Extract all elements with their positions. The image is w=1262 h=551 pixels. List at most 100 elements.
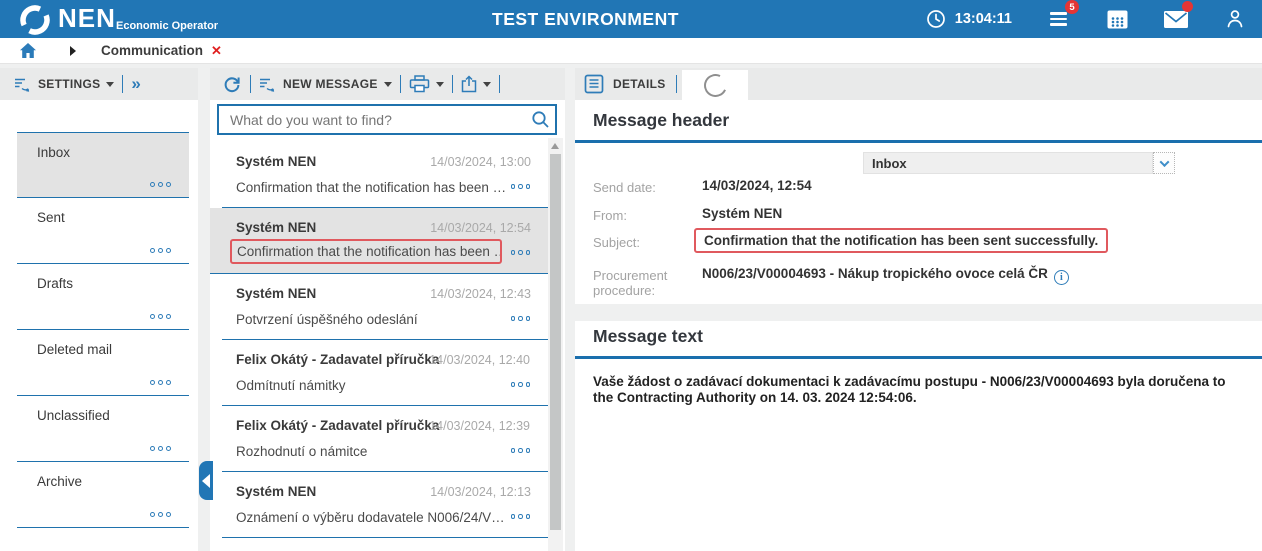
details-tab-label: DETAILS	[613, 77, 666, 91]
caret-down-icon	[383, 81, 392, 87]
message-menu-dots-icon[interactable]	[510, 382, 530, 387]
clock-time: 13:04:11	[954, 11, 1012, 27]
message-text-line: Vaše žádost o zadávací dokumentaci k zad…	[593, 374, 1226, 389]
message-row[interactable]: Felix Okátý - Zadavatel příručka 14/03/2…	[210, 406, 548, 472]
home-icon[interactable]	[19, 42, 37, 59]
refresh-button[interactable]	[222, 74, 242, 94]
toolbar-separator	[250, 75, 251, 93]
sidebar-toolbar: SETTINGS »	[0, 68, 198, 100]
calendar-button[interactable]	[1104, 6, 1130, 32]
folder-item-drafts[interactable]: Drafts	[17, 264, 189, 330]
scroll-up-icon[interactable]	[551, 143, 559, 149]
message-list: Systém NEN 14/03/2024, 13:00 Confirmatio…	[210, 142, 548, 538]
subject-label: Subject:	[593, 235, 640, 250]
search-button[interactable]	[525, 110, 555, 129]
folder-menu-dots-icon[interactable]	[150, 380, 171, 385]
sort-message-icon	[260, 78, 275, 92]
print-button[interactable]	[409, 75, 444, 93]
tab-details[interactable]: DETAILS	[584, 74, 666, 94]
folder-menu-dots-icon[interactable]	[150, 512, 171, 517]
message-list-panel: NEW MESSAGE What do you want to find? Sy…	[210, 68, 565, 551]
new-message-button[interactable]: NEW MESSAGE	[259, 77, 392, 92]
message-row[interactable]: Systém NEN 14/03/2024, 12:13 Oznámení o …	[210, 472, 548, 538]
toolbar-separator	[399, 75, 401, 93]
subject-value: Confirmation that the notification has b…	[694, 228, 1109, 253]
printer-icon	[409, 75, 429, 93]
message-menu-dots-icon[interactable]	[510, 184, 530, 189]
folder-item-archive[interactable]: Archive	[17, 462, 189, 528]
settings-button[interactable]: SETTINGS	[14, 77, 115, 92]
details-panel: DETAILS Message header Inbox Send date: …	[575, 68, 1262, 551]
message-list-toolbar: NEW MESSAGE	[210, 68, 565, 100]
unread-mail-dot	[1182, 1, 1193, 12]
environment-title: TEST ENVIRONMENT	[492, 9, 679, 29]
procurement-label: Procurement procedure:	[593, 268, 668, 298]
notifications-menu-button[interactable]: 5	[1045, 0, 1079, 32]
collapse-sidebar-handle[interactable]	[199, 461, 213, 500]
message-row[interactable]: Systém NEN 14/03/2024, 13:00 Confirmatio…	[210, 142, 548, 208]
info-icon[interactable]: i	[1053, 270, 1069, 285]
folder-item-unclassified[interactable]: Unclassified	[17, 396, 189, 462]
clock-group: 13:04:11	[926, 9, 1012, 29]
share-export-icon	[461, 75, 476, 93]
search-icon	[531, 111, 549, 128]
breadcrumb-item-communication[interactable]: Communication	[101, 43, 203, 58]
message-menu-dots-icon[interactable]	[510, 514, 530, 519]
section-gap	[575, 304, 1262, 321]
folder-menu-dots-icon[interactable]	[150, 182, 171, 187]
folder-select[interactable]: Inbox	[863, 152, 1153, 174]
message-row[interactable]: Felix Okátý - Zadavatel příručka 14/03/2…	[210, 340, 548, 406]
send-date-value: 14/03/2024, 12:54	[702, 178, 812, 193]
folder-menu-dots-icon[interactable]	[150, 446, 171, 451]
folder-menu-dots-icon[interactable]	[150, 314, 171, 319]
search-input[interactable]	[219, 111, 525, 128]
caret-down-icon	[435, 81, 444, 87]
mail-button[interactable]	[1163, 1, 1193, 32]
toolbar-separator	[451, 75, 453, 93]
expand-panel-icon[interactable]: »	[131, 74, 141, 94]
header-actions: 13:04:11 5	[926, 0, 1248, 38]
profile-button[interactable]	[1222, 6, 1248, 32]
loading-tab	[682, 70, 748, 100]
caret-down-icon	[482, 81, 491, 87]
app-header: NEN Economic Operator TEST ENVIRONMENT 1…	[0, 0, 1262, 38]
settings-label: SETTINGS	[38, 77, 101, 91]
breadcrumb-arrow-icon	[70, 45, 76, 56]
new-message-label: NEW MESSAGE	[283, 77, 378, 91]
folder-item-sent[interactable]: Sent	[17, 198, 189, 264]
folder-menu-dots-icon[interactable]	[150, 248, 171, 253]
section-divider	[575, 356, 1262, 359]
export-button[interactable]	[461, 75, 491, 93]
hamburger-icon	[1049, 12, 1067, 26]
folder-item-inbox[interactable]: Inbox	[17, 132, 189, 198]
message-text-line: the Contracting Authority on 14. 03. 202…	[593, 390, 917, 405]
message-row[interactable]: Systém NEN 14/03/2024, 12:43 Potvrzení ú…	[210, 274, 548, 340]
send-date-label: Send date:	[593, 180, 656, 195]
message-row-selected[interactable]: Systém NEN 14/03/2024, 12:54 Confirmatio…	[210, 208, 548, 274]
notifications-badge: 5	[1065, 0, 1079, 14]
from-value: Systém NEN	[702, 206, 783, 221]
folder-item-deleted-mail[interactable]: Deleted mail	[17, 330, 189, 396]
message-menu-dots-icon[interactable]	[510, 316, 530, 321]
close-tab-icon[interactable]: ✕	[211, 43, 222, 59]
caret-down-icon	[106, 81, 115, 87]
person-icon	[1227, 10, 1243, 28]
nen-logo-icon	[20, 5, 50, 35]
scrollbar-thumb[interactable]	[550, 154, 561, 530]
toolbar-separator	[498, 75, 500, 93]
folder-select-chevron[interactable]	[1153, 152, 1175, 174]
message-menu-dots-icon[interactable]	[510, 448, 530, 453]
highlighted-subject-box: Confirmation that the notification has b…	[694, 228, 1109, 253]
document-details-icon	[584, 74, 604, 94]
folder-list: Inbox Sent Drafts Deleted mail Unclassif…	[0, 132, 198, 528]
message-header-title: Message header	[593, 110, 730, 130]
chevron-down-icon	[1159, 156, 1169, 167]
list-scrollbar[interactable]	[548, 138, 563, 551]
toolbar-separator	[675, 75, 677, 93]
logo-subtitle: Economic Operator	[116, 20, 219, 32]
logo-text: NEN	[58, 3, 116, 33]
message-menu-dots-icon[interactable]	[510, 250, 530, 255]
clock-icon	[926, 10, 945, 28]
search-box	[217, 104, 557, 135]
toolbar-separator	[122, 75, 124, 93]
